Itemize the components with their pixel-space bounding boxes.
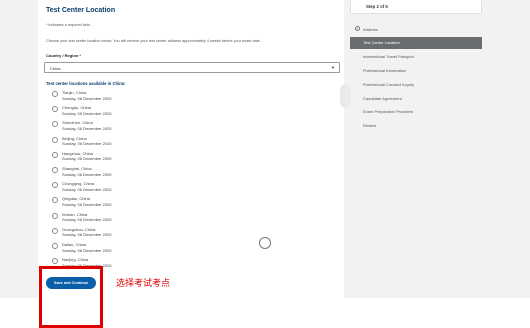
location-date: Sunday, 06 December 2020	[62, 186, 112, 192]
sidebar-item-label: Candidate Agreement	[363, 95, 402, 101]
location-radio[interactable]	[52, 151, 58, 158]
country-select[interactable]: China ▼	[44, 62, 340, 73]
locations-heading: Test center locations available in China…	[46, 81, 126, 86]
location-date: Sunday, 06 December 2020	[62, 247, 112, 253]
location-date: Sunday, 06 December 2020	[62, 141, 112, 147]
location-radio[interactable]	[52, 258, 58, 265]
location-date: Sunday, 06 December 2020	[62, 125, 112, 131]
location-radio[interactable]	[52, 106, 58, 113]
location-date: Sunday, 06 December 2020	[62, 201, 112, 207]
location-option[interactable]: Guangzhou, China Sunday, 06 December 2020	[52, 227, 232, 241]
check-circle-icon: ✓	[355, 26, 360, 31]
location-radio[interactable]	[52, 136, 58, 143]
sidebar-item-professional-information[interactable]: Professional Information	[350, 64, 482, 76]
location-radio[interactable]	[52, 121, 58, 128]
instructions-text: Choose your test center location below. …	[46, 39, 261, 43]
location-option[interactable]: Chengdu, China Sunday, 06 December 2020	[52, 105, 232, 119]
location-option[interactable]: Shenzhen, China Sunday, 06 December 2020	[52, 120, 232, 134]
sidebar-item-label: Address	[363, 26, 378, 32]
annotation-text: 选择考试考点	[116, 279, 171, 289]
sidebar-item-candidate-agreement[interactable]: Candidate Agreement	[350, 92, 482, 104]
sidebar-item-label: Review	[363, 123, 377, 129]
location-option[interactable]: Tianjin, China Sunday, 06 December 2020	[52, 90, 232, 104]
sidebar-item-label: International Travel Passport	[363, 54, 414, 60]
location-city: Shanghai, China	[62, 166, 92, 171]
location-date: Sunday, 06 December 2020	[62, 171, 112, 177]
loading-spinner-icon	[259, 237, 271, 249]
location-option[interactable]: Dalian, China Sunday, 06 December 2020	[52, 242, 232, 256]
location-radio[interactable]	[52, 182, 58, 189]
sidebar-item-test-center-location[interactable]: Test Center Location	[350, 36, 482, 49]
sidebar-item-professional-conduct-inquiry[interactable]: Professional Conduct Inquiry	[350, 78, 482, 90]
location-city: Beijing, China	[62, 135, 87, 141]
location-city: Wuhan, China	[62, 211, 88, 217]
location-city: Dalian, China	[62, 242, 87, 247]
location-city: Tianjin, China	[62, 90, 87, 95]
location-city: Chongqing, China	[62, 181, 95, 187]
location-date: Sunday, 06 December 2020	[62, 110, 112, 116]
required-note: * indicates a required field.	[46, 23, 91, 27]
sidebar-item-international-travel-passport[interactable]: International Travel Passport	[350, 51, 482, 63]
location-option[interactable]: Qingdao, China Sunday, 06 December 2020	[52, 196, 232, 210]
location-date: Sunday, 06 December 2020	[62, 232, 112, 238]
sidebar-item-label: Test Center Location	[363, 40, 400, 46]
location-city: Hangzhou, China	[62, 150, 93, 156]
location-date: Sunday, 06 December 2020	[62, 95, 112, 101]
location-radio[interactable]	[52, 197, 58, 204]
location-city: Qingdao, China	[62, 196, 90, 202]
location-city: Chengdu, China	[62, 105, 91, 111]
sidebar-item-label: Exam Preparation Providers	[363, 109, 414, 115]
location-option[interactable]: Hangzhou, China Sunday, 06 December 2020	[52, 151, 232, 165]
location-city: Guangzhou, China	[62, 226, 96, 232]
location-city: Nanjing, China	[62, 257, 89, 263]
location-option[interactable]: Wuhan, China Sunday, 06 December 2020	[52, 212, 232, 226]
step-text: Step 2 of 5	[366, 3, 388, 9]
sidebar-item-label: Professional Information	[363, 67, 407, 73]
step-indicator: Step 2 of 5	[350, 0, 482, 14]
location-option[interactable]: Shanghai, China Sunday, 06 December 2020	[52, 166, 232, 180]
country-label: Country / Region *	[46, 53, 81, 58]
location-city: Shenzhen, China	[62, 120, 93, 126]
location-date: Sunday, 06 December 2020	[62, 217, 112, 223]
page-title: Test Center Location	[46, 7, 116, 14]
location-date: Sunday, 06 December 2020	[62, 156, 112, 162]
chevron-down-icon: ▼	[331, 65, 335, 70]
location-radio[interactable]	[52, 91, 58, 97]
location-radio[interactable]	[52, 243, 58, 249]
location-radio[interactable]	[52, 227, 58, 234]
location-option[interactable]: Beijing, China Sunday, 06 December 2020	[52, 136, 232, 150]
location-radio[interactable]	[52, 212, 58, 219]
sidebar-item-review[interactable]: Review	[350, 120, 482, 132]
sidebar-item-address[interactable]: ✓ Address	[350, 23, 482, 35]
annotation-highlight-box	[39, 266, 103, 328]
country-select-value: China	[50, 65, 61, 71]
sidebar-item-exam-preparation-providers[interactable]: Exam Preparation Providers	[350, 106, 482, 118]
location-option[interactable]: Chongqing, China Sunday, 06 December 2020	[52, 181, 232, 195]
sidebar-item-label: Professional Conduct Inquiry	[363, 81, 415, 87]
location-radio[interactable]	[52, 167, 58, 173]
